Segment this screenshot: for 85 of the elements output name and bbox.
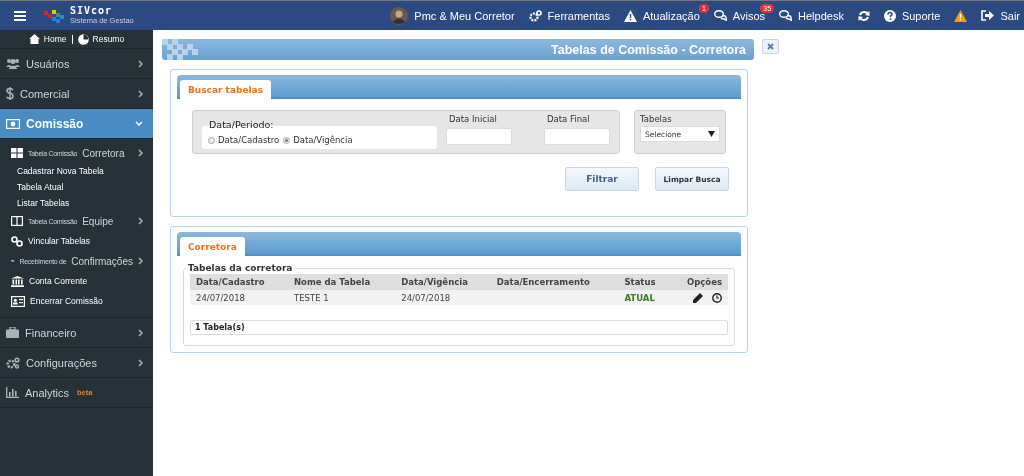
clock-icon bbox=[712, 292, 722, 303]
column-header: Nome da Tabela bbox=[288, 274, 396, 290]
bar-chart-icon bbox=[6, 387, 19, 398]
edit-button[interactable] bbox=[693, 292, 703, 303]
status-label: ATUAL bbox=[618, 290, 671, 305]
bank-icon bbox=[11, 275, 24, 287]
nav-link[interactable]: Atualização bbox=[623, 9, 700, 22]
table-cell: 24/07/2018 bbox=[190, 290, 288, 305]
warning-icon bbox=[623, 9, 637, 22]
pie-chart-icon bbox=[77, 33, 89, 45]
menu-button[interactable] bbox=[14, 10, 26, 21]
field-label: Data/Periodo: bbox=[209, 119, 274, 130]
help-icon bbox=[883, 9, 896, 22]
banknote-icon bbox=[6, 118, 20, 129]
radio-button[interactable] bbox=[283, 136, 291, 144]
avatar-icon bbox=[390, 6, 409, 25]
chevron-right-icon bbox=[138, 358, 143, 367]
menu-item[interactable]: Configurações bbox=[0, 348, 153, 378]
menu-item[interactable]: Financeiro bbox=[0, 318, 153, 348]
group-title: Tabelas da corretora bbox=[187, 263, 294, 273]
history-button[interactable] bbox=[712, 292, 722, 303]
exit-icon bbox=[981, 10, 995, 21]
columns-icon bbox=[11, 216, 23, 226]
id-card-icon bbox=[11, 295, 25, 307]
chevron-right-icon bbox=[138, 217, 143, 225]
home-link[interactable]: Home bbox=[28, 34, 67, 44]
field-label: Data Inicial bbox=[448, 114, 498, 124]
filter-button[interactable]: Filtrar bbox=[565, 167, 639, 191]
briefcase-icon bbox=[6, 327, 19, 338]
nav-link[interactable]: Suporte bbox=[883, 9, 941, 22]
submenu-item[interactable]: Cadastrar Nova Tabela bbox=[0, 163, 153, 179]
submenu-item[interactable]: Vincular Tabelas bbox=[0, 231, 153, 251]
users-icon bbox=[6, 58, 20, 69]
date-field[interactable] bbox=[446, 128, 512, 145]
warning-icon bbox=[954, 9, 968, 22]
radio-option[interactable]: Data/Cadastro bbox=[208, 135, 280, 145]
toolbar-button[interactable] bbox=[857, 9, 870, 22]
chevron-right-icon bbox=[138, 149, 143, 157]
logo-icon bbox=[44, 8, 66, 23]
gears-icon bbox=[528, 9, 542, 22]
nav-link[interactable]: Ferramentas bbox=[528, 9, 610, 22]
pencil-icon bbox=[693, 292, 703, 303]
toolbar-button[interactable] bbox=[954, 9, 968, 22]
close-icon bbox=[767, 43, 774, 50]
table-cell: 24/07/2018 bbox=[395, 290, 491, 305]
menu-icon bbox=[14, 10, 26, 21]
radio-option[interactable]: Data/Vigência bbox=[283, 135, 353, 145]
menu-item[interactable]: Comissão bbox=[0, 109, 153, 139]
menu-item[interactable]: Usuários bbox=[0, 49, 153, 79]
refresh-icon bbox=[857, 9, 870, 22]
home-icon bbox=[28, 34, 40, 44]
table-cell: TESTE 1 bbox=[288, 290, 396, 305]
submenu-item[interactable]: Listar Tabelas bbox=[0, 195, 153, 211]
dollar-icon bbox=[6, 87, 14, 100]
radio-button[interactable] bbox=[208, 136, 215, 144]
column-header: Data/Encerramento bbox=[490, 274, 619, 290]
nav-link[interactable]: Helpdesk bbox=[779, 9, 844, 22]
close-button[interactable] bbox=[762, 39, 779, 54]
nav-link[interactable]: Sair bbox=[981, 9, 1020, 22]
field-label: Tabelas bbox=[640, 114, 672, 124]
submenu-item[interactable]: Conta Corrente bbox=[0, 271, 153, 291]
chevron-right-icon bbox=[138, 328, 143, 337]
chat-icon bbox=[713, 10, 727, 21]
column-header: Status bbox=[618, 274, 671, 290]
date-field[interactable] bbox=[544, 128, 610, 145]
column-header: Data/Cadastro bbox=[190, 274, 288, 290]
grid-icon bbox=[11, 148, 23, 158]
table-footer: 1 Tabela(s) bbox=[190, 320, 728, 335]
app-name: SIVcor bbox=[70, 6, 114, 16]
user-menu[interactable]: Pmc & Meu Corretor bbox=[390, 6, 515, 25]
gears-icon bbox=[6, 356, 20, 369]
link-icon bbox=[11, 235, 23, 247]
chat-icon bbox=[779, 10, 793, 21]
column-header: Opções bbox=[670, 274, 728, 290]
column-header: Data/Vigência bbox=[395, 274, 491, 290]
field-label: Data Final bbox=[546, 114, 591, 124]
caret-icon bbox=[708, 131, 715, 137]
chevron-right-icon bbox=[138, 89, 143, 98]
chevron-down-icon bbox=[135, 121, 143, 126]
page-title: Tabelas de Comissão - Corretora bbox=[551, 42, 746, 57]
chevron-right-icon bbox=[138, 257, 143, 265]
submenu-item[interactable]: Encerrar Comissão bbox=[0, 291, 153, 311]
summary-link[interactable]: Resumo bbox=[77, 33, 125, 45]
submenu-item[interactable]: Tabela Atual bbox=[0, 179, 153, 195]
chevron-right-icon bbox=[138, 59, 143, 68]
